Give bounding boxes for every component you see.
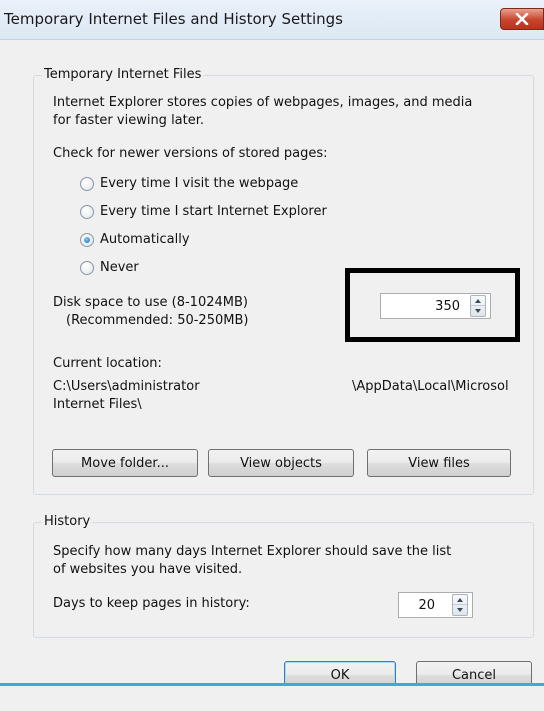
arrow-up-icon: [457, 597, 463, 602]
radio-never[interactable]: [80, 261, 94, 275]
history-days-spin-buttons[interactable]: [452, 594, 468, 616]
radio-automatically[interactable]: [80, 233, 94, 247]
view-files-button[interactable]: View files: [367, 449, 511, 477]
window-title: Temporary Internet Files and History Set…: [4, 10, 343, 28]
history-group-label: History: [42, 514, 93, 530]
current-location-path-line2: Internet Files\: [53, 397, 142, 412]
days-to-keep-label: Days to keep pages in history:: [53, 596, 250, 611]
radio-every-start[interactable]: [80, 205, 94, 219]
radio-never-label[interactable]: Never: [100, 259, 139, 276]
history-days-increment[interactable]: [453, 595, 467, 605]
disk-space-recommended-label: (Recommended: 50-250MB): [66, 313, 249, 328]
bottom-accent-strip: [0, 683, 544, 711]
close-icon: [515, 13, 529, 25]
temp-files-group-label: Temporary Internet Files: [42, 67, 204, 83]
temp-files-description-line2: for faster viewing later.: [53, 113, 205, 128]
current-location-path-right: \AppData\Local\Microsol: [352, 379, 509, 394]
history-days-decrement[interactable]: [453, 605, 467, 615]
current-location-label: Current location:: [53, 356, 162, 371]
history-description-line2: of websites you have visited.: [53, 562, 243, 577]
history-group: History: [33, 514, 534, 638]
history-days-value[interactable]: 20: [399, 597, 435, 614]
disk-space-label: Disk space to use (8-1024MB): [53, 295, 248, 310]
radio-every-start-label[interactable]: Every time I start Internet Explorer: [100, 203, 327, 220]
history-days-stepper[interactable]: 20: [398, 592, 473, 618]
highlight-box: [345, 268, 520, 342]
radio-every-visit[interactable]: [80, 177, 94, 191]
arrow-down-icon: [457, 608, 463, 612]
radio-selected-dot: [84, 237, 90, 243]
radio-every-visit-label[interactable]: Every time I visit the webpage: [100, 175, 298, 192]
move-folder-button[interactable]: Move folder...: [52, 449, 198, 477]
history-description-line1: Specify how many days Internet Explorer …: [53, 544, 452, 559]
view-objects-button[interactable]: View objects: [208, 449, 354, 477]
title-bar: Temporary Internet Files and History Set…: [0, 0, 544, 40]
temp-files-description-line1: Internet Explorer stores copies of webpa…: [53, 95, 473, 110]
close-button[interactable]: [500, 8, 544, 30]
current-location-path-left: C:\Users\administrator: [53, 379, 200, 394]
radio-automatically-label[interactable]: Automatically: [100, 231, 190, 248]
check-newer-label: Check for newer versions of stored pages…: [53, 146, 328, 161]
